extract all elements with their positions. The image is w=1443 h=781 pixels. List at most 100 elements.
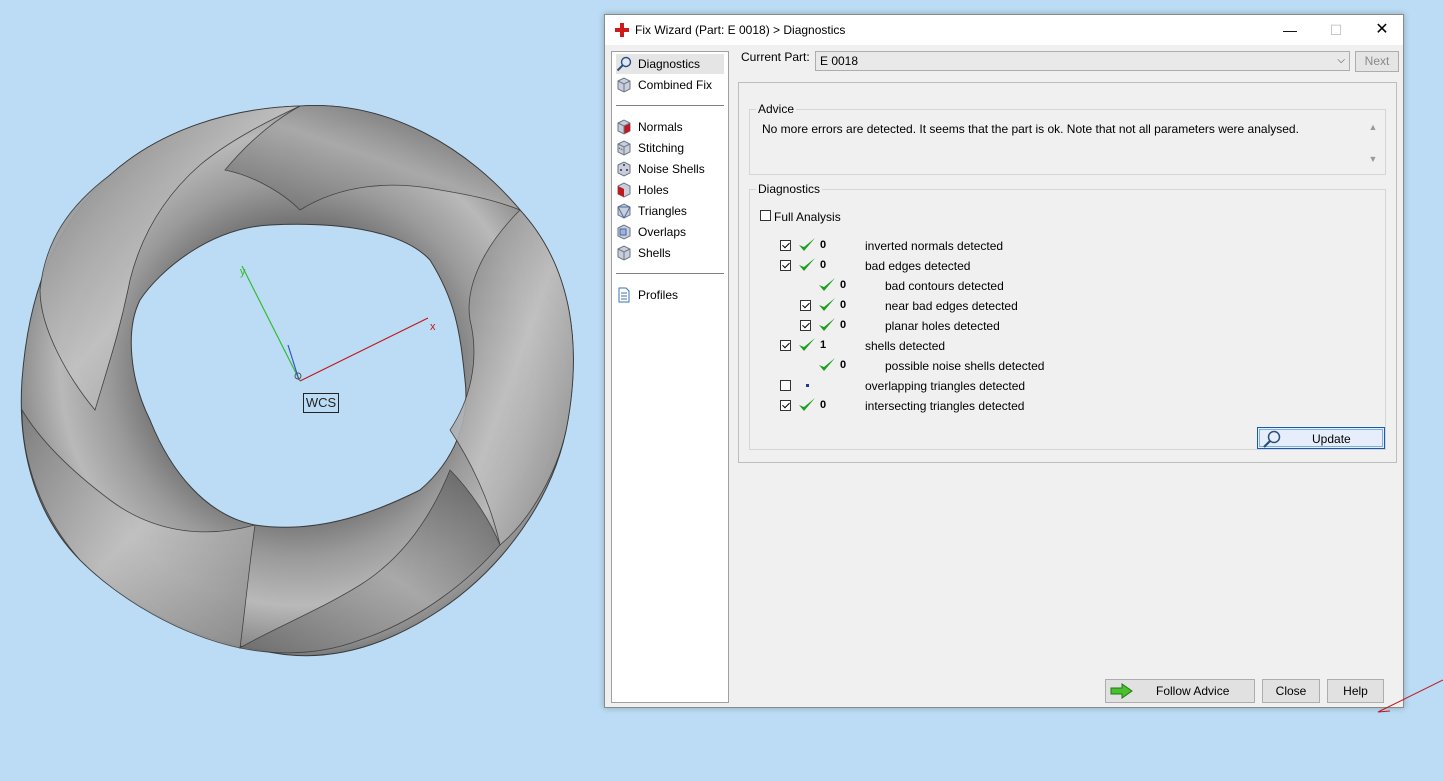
- sidebar-item-holes[interactable]: Holes: [616, 180, 669, 200]
- cube-shells-icon: [617, 245, 631, 261]
- diagnostic-count: 0: [840, 299, 847, 311]
- sidebar-item-label: Diagnostics: [638, 57, 701, 71]
- magnifier-icon: [616, 56, 632, 72]
- diagnostic-row: 0 possible noise shells detected: [750, 358, 1350, 380]
- document-icon: [618, 287, 630, 303]
- title-bar[interactable]: Fix Wizard (Part: E 0018) > Diagnostics …: [605, 15, 1403, 45]
- viewport-axis-fragment: [1377, 679, 1443, 713]
- ok-check-icon: [819, 298, 835, 311]
- cube-icon: [617, 77, 631, 93]
- sidebar-item-diagnostics[interactable]: Diagnostics: [616, 54, 724, 74]
- sidebar-item-label: Shells: [638, 246, 671, 260]
- diagnostic-checkbox[interactable]: [800, 320, 811, 331]
- sidebar-item-label: Normals: [638, 120, 683, 134]
- diagnostic-label: overlapping triangles detected: [865, 379, 1026, 393]
- advice-scrollbar[interactable]: ▲ ▼: [1365, 122, 1381, 168]
- cube-stitch-icon: [617, 140, 631, 156]
- update-label: Update: [1312, 432, 1351, 446]
- chevron-down-icon: ⌵: [1337, 55, 1345, 66]
- cube-overlap-icon: [617, 224, 631, 240]
- magnifier-icon: [1263, 430, 1281, 448]
- diagnostic-label: intersecting triangles detected: [865, 399, 1025, 413]
- diagnostic-count: 0: [840, 359, 847, 371]
- diagnostic-checkbox[interactable]: [780, 260, 791, 271]
- wcs-label: WCS: [303, 393, 339, 413]
- next-button[interactable]: Next: [1355, 51, 1399, 72]
- sidebar-item-label: Stitching: [638, 141, 685, 155]
- diagnostic-label: possible noise shells detected: [885, 359, 1045, 373]
- red-cross-icon: [615, 23, 629, 37]
- current-part-value: E 0018: [820, 54, 859, 68]
- diagnostic-checkbox[interactable]: [780, 240, 791, 251]
- diagnostic-row: 0 planar holes detected: [750, 318, 1350, 340]
- 3d-viewport[interactable]: y x WCS: [0, 0, 600, 778]
- sidebar-item-noise-shells[interactable]: Noise Shells: [616, 159, 705, 179]
- diagnostic-label: shells detected: [865, 339, 946, 353]
- cube-red-face-icon: [617, 119, 631, 135]
- scroll-down-icon[interactable]: ▼: [1365, 154, 1381, 164]
- update-button[interactable]: Update: [1257, 427, 1385, 449]
- advice-legend: Advice: [758, 102, 795, 116]
- minimize-button[interactable]: —: [1267, 15, 1313, 45]
- full-analysis-label: Full Analysis: [774, 210, 841, 224]
- ok-check-icon: [819, 278, 835, 291]
- diagnostic-row: 0 intersecting triangles detected: [750, 398, 1350, 420]
- window-title: Fix Wizard (Part: E 0018) > Diagnostics: [635, 23, 846, 37]
- sidebar-item-label: Noise Shells: [638, 162, 705, 176]
- close-button[interactable]: Close: [1262, 679, 1320, 703]
- scroll-up-icon[interactable]: ▲: [1365, 122, 1381, 132]
- advice-text: No more errors are detected. It seems th…: [762, 122, 1299, 136]
- maximize-button[interactable]: ☐: [1313, 15, 1359, 45]
- sidebar-item-label: Triangles: [638, 204, 687, 218]
- sidebar-item-normals[interactable]: Normals: [616, 117, 683, 137]
- main-panel: Advice No more errors are detected. It s…: [738, 82, 1397, 463]
- current-part-select[interactable]: E 0018 ⌵: [815, 51, 1350, 71]
- sidebar-item-combined-fix[interactable]: Combined Fix: [616, 75, 712, 95]
- ok-check-icon: [819, 318, 835, 331]
- pending-dot-icon: [806, 384, 809, 387]
- axis-x-label: x: [430, 321, 436, 333]
- diagnostic-count: 0: [840, 279, 847, 291]
- diagnostic-row: 0 bad edges detected: [750, 258, 1350, 280]
- advice-group: Advice No more errors are detected. It s…: [749, 102, 1386, 175]
- diagnostic-label: bad edges detected: [865, 259, 971, 273]
- arrow-right-icon: [1110, 683, 1133, 699]
- diagnostics-group: Diagnostics Full Analysis 0 inverted norm…: [749, 182, 1386, 450]
- diagnostic-row: 1 shells detected: [750, 338, 1350, 360]
- sidebar-item-profiles[interactable]: Profiles: [616, 285, 678, 305]
- diagnostic-count: 0: [820, 399, 827, 411]
- sidebar-divider: [616, 273, 724, 274]
- sidebar-item-label: Combined Fix: [638, 78, 713, 92]
- sidebar-item-shells[interactable]: Shells: [616, 243, 671, 263]
- axis-y-label: y: [240, 266, 246, 278]
- sidebar-item-label: Profiles: [638, 288, 679, 302]
- cube-triangles-icon: [617, 203, 631, 219]
- ok-check-icon: [819, 358, 835, 371]
- follow-advice-button[interactable]: Follow Advice: [1105, 679, 1255, 703]
- diagnostic-checkbox[interactable]: [780, 340, 791, 351]
- diagnostic-row: 0 inverted normals detected: [750, 238, 1350, 260]
- sidebar-item-label: Holes: [638, 183, 669, 197]
- sidebar-item-stitching[interactable]: Stitching: [616, 138, 684, 158]
- sidebar-item-label: Overlaps: [638, 225, 687, 239]
- diagnostic-count: 1: [820, 339, 827, 351]
- diagnostic-label: near bad edges detected: [885, 299, 1018, 313]
- sidebar-item-overlaps[interactable]: Overlaps: [616, 222, 686, 242]
- diagnostic-count: 0: [820, 239, 827, 251]
- diagnostic-row: 0 bad contours detected: [750, 278, 1350, 300]
- sidebar-item-triangles[interactable]: Triangles: [616, 201, 687, 221]
- follow-advice-label: Follow Advice: [1156, 684, 1230, 698]
- diagnostic-count: 0: [820, 259, 827, 271]
- ok-check-icon: [799, 398, 815, 411]
- diagnostic-checkbox[interactable]: [800, 300, 811, 311]
- diagnostic-count: 0: [840, 319, 847, 331]
- diagnostic-checkbox[interactable]: [780, 380, 791, 391]
- diagnostic-label: planar holes detected: [885, 319, 1000, 333]
- diagnostic-checkbox[interactable]: [780, 400, 791, 411]
- ok-check-icon: [799, 238, 815, 251]
- cube-dots-icon: [617, 161, 631, 177]
- diagnostic-label: bad contours detected: [885, 279, 1004, 293]
- close-window-button[interactable]: ✕: [1359, 15, 1405, 45]
- full-analysis-checkbox[interactable]: [760, 210, 771, 221]
- torus-model: y x: [20, 105, 574, 657]
